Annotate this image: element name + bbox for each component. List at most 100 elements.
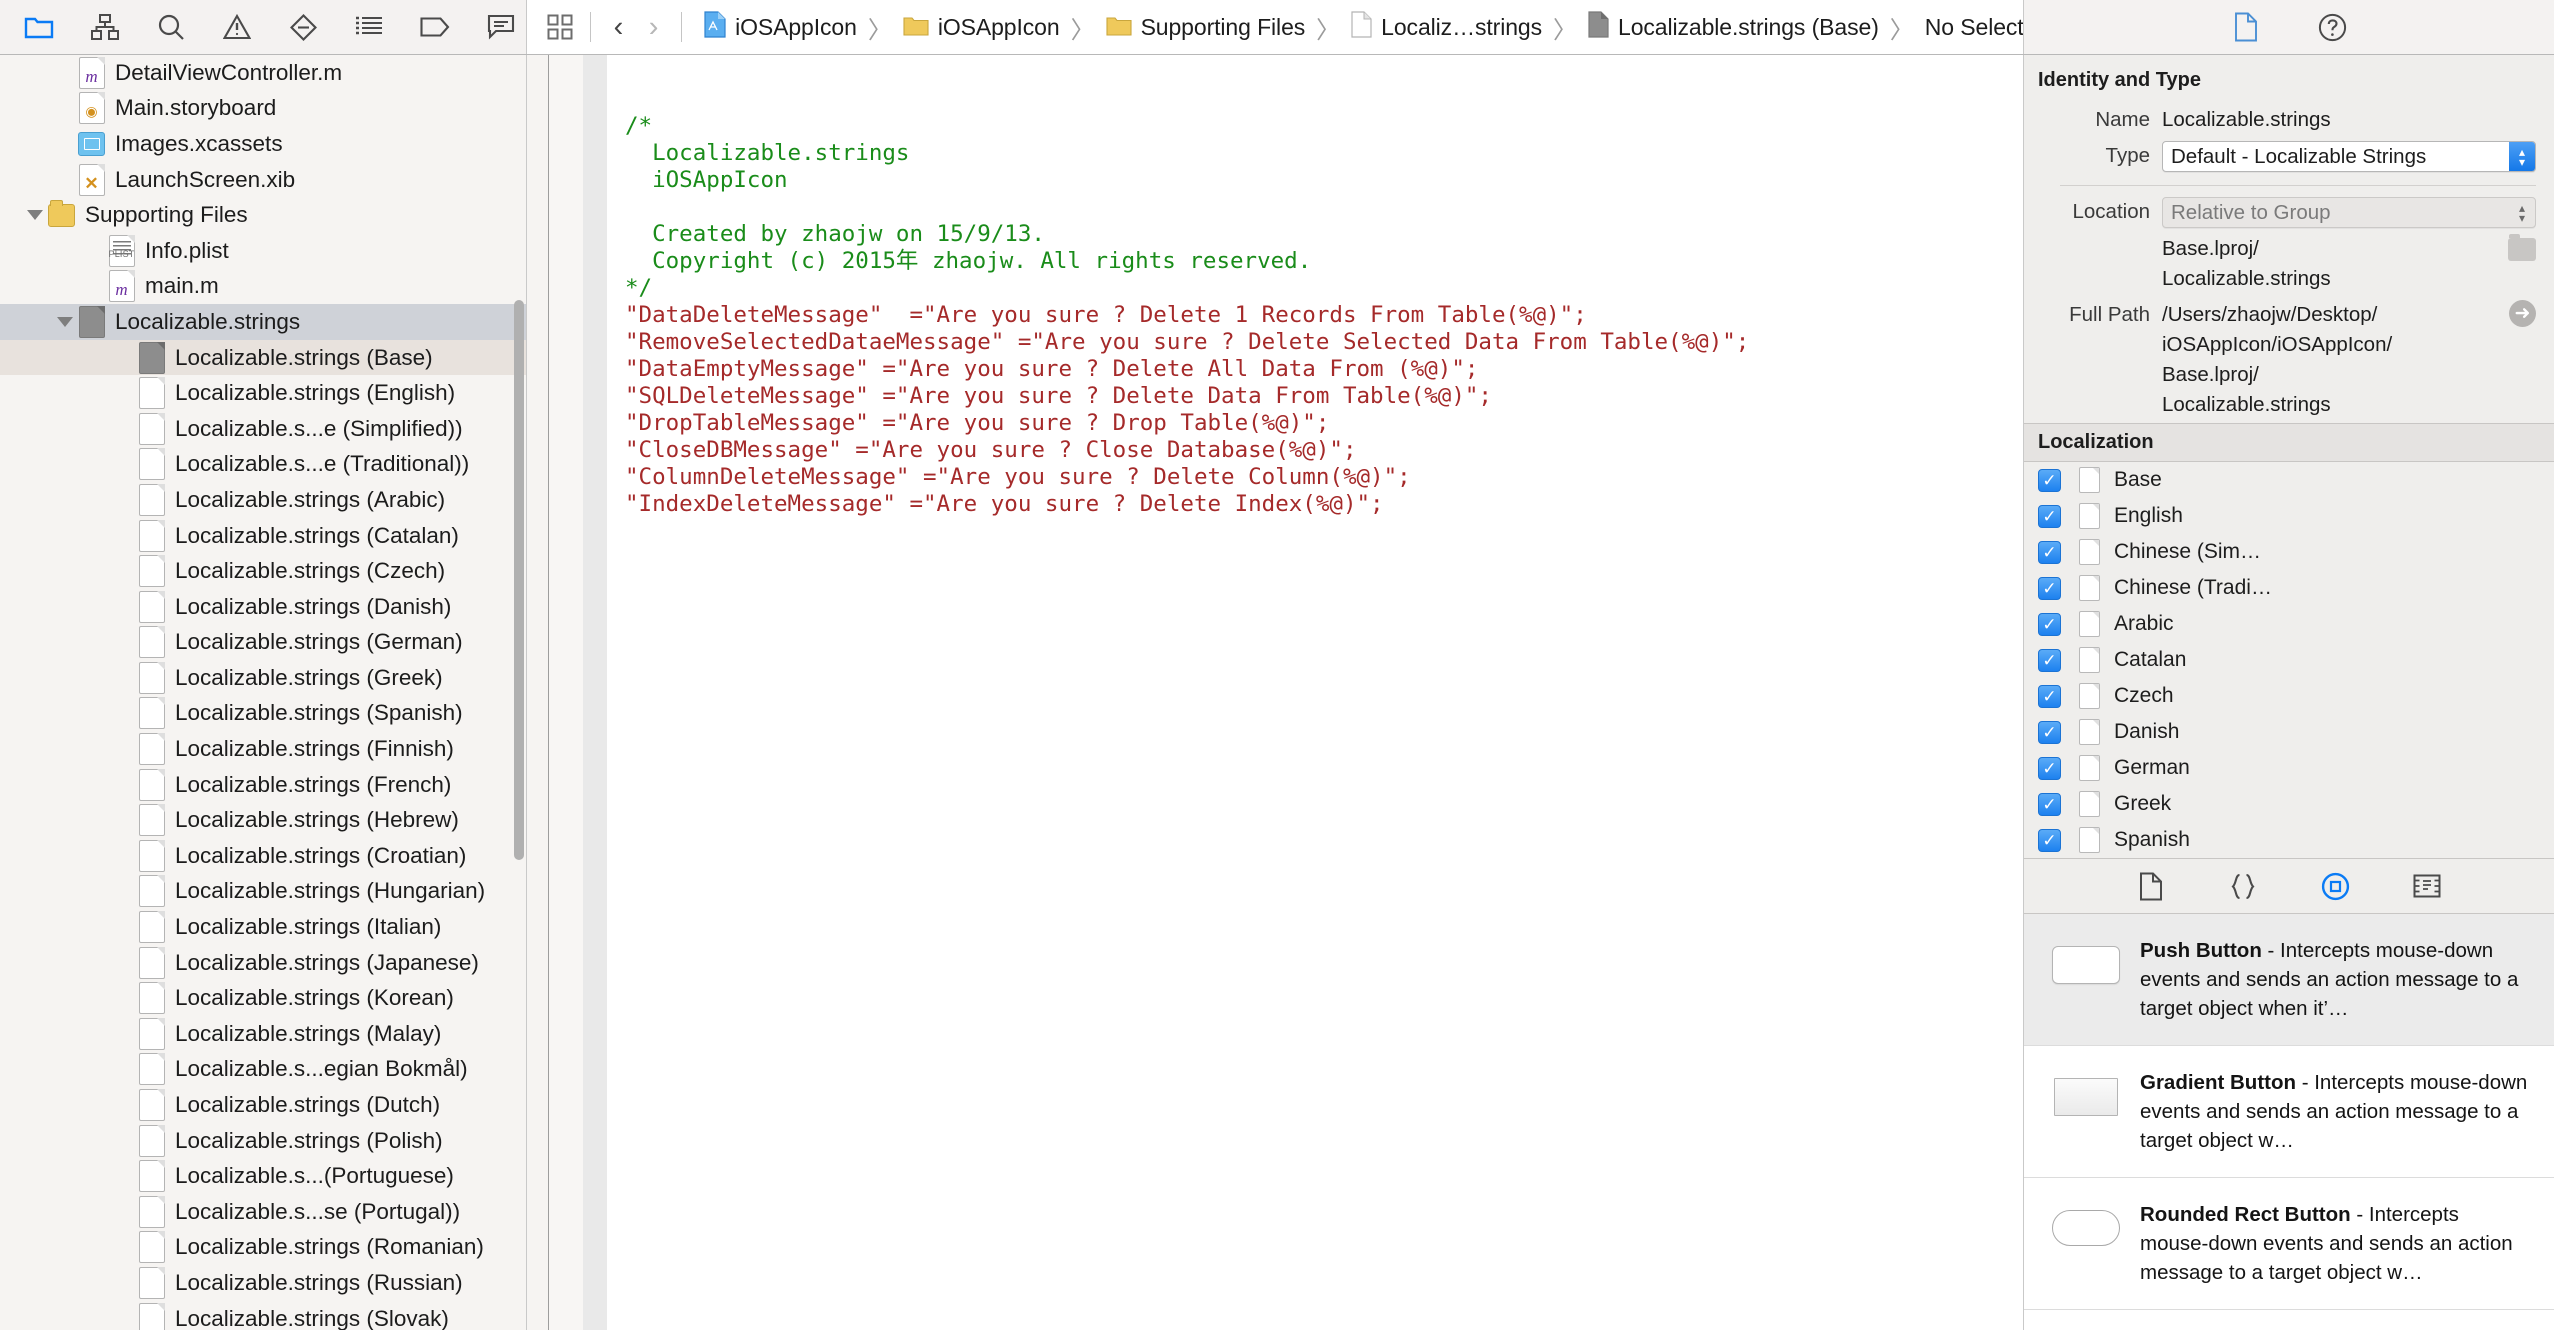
disclosure-triangle-icon[interactable]: [112, 380, 138, 406]
navigator-row[interactable]: Localizable.strings (Czech): [0, 553, 526, 589]
localization-checkbox[interactable]: ✓: [2038, 541, 2061, 564]
navigator-row[interactable]: Localizable.strings (Polish): [0, 1123, 526, 1159]
disclosure-triangle-icon[interactable]: [112, 523, 138, 549]
navigator-scrollbar[interactable]: [514, 300, 524, 860]
editor-code-area[interactable]: /* Localizable.strings iOSAppIcon Create…: [607, 55, 2023, 1330]
navigator-row[interactable]: mDetailViewController.m: [0, 55, 526, 91]
disclosure-triangle-icon[interactable]: [112, 416, 138, 442]
disclosure-triangle-icon[interactable]: [112, 1021, 138, 1047]
navigator-row[interactable]: PLISTInfo.plist: [0, 233, 526, 269]
forward-button[interactable]: ›: [636, 9, 671, 45]
warning-icon[interactable]: [220, 10, 254, 44]
disclosure-triangle-icon[interactable]: [112, 843, 138, 869]
breadcrumb-item-selection[interactable]: No Selection: [1921, 14, 2023, 41]
disclosure-triangle-icon[interactable]: [112, 807, 138, 833]
object-library-item[interactable]: Gradient Button - Intercepts mouse-down …: [2024, 1046, 2554, 1178]
disclosure-triangle-icon[interactable]: [112, 914, 138, 940]
breadcrumb-item-file[interactable]: Localiz…strings: [1347, 11, 1546, 43]
disclosure-triangle-icon[interactable]: [112, 1092, 138, 1118]
navigator-row[interactable]: Localizable.strings (Croatian): [0, 838, 526, 874]
file-template-library-icon[interactable]: [2134, 869, 2168, 903]
folder-icon[interactable]: [22, 10, 56, 44]
breadcrumb-item-variant[interactable]: Localizable.strings (Base): [1584, 11, 1883, 43]
object-library-item[interactable]: Push Button - Intercepts mouse-down even…: [2024, 914, 2554, 1046]
navigator-row[interactable]: Localizable.strings (Catalan): [0, 518, 526, 554]
localization-row[interactable]: ✓German: [2024, 750, 2554, 786]
disclosure-triangle-icon[interactable]: [112, 736, 138, 762]
navigator-row[interactable]: Localizable.strings (Japanese): [0, 945, 526, 981]
navigator-row[interactable]: Localizable.strings (Romanian): [0, 1230, 526, 1266]
disclosure-triangle-icon[interactable]: [112, 1056, 138, 1082]
navigator-row[interactable]: Localizable.strings (Italian): [0, 909, 526, 945]
navigator-row[interactable]: Localizable.strings (Spanish): [0, 696, 526, 732]
test-icon[interactable]: [286, 10, 320, 44]
hierarchy-icon[interactable]: [88, 10, 122, 44]
navigator-row[interactable]: Images.xcassets: [0, 126, 526, 162]
disclosure-triangle-icon[interactable]: [52, 309, 78, 335]
disclosure-triangle-icon[interactable]: [112, 1306, 138, 1330]
navigator-row[interactable]: Localizable.strings (Hebrew): [0, 802, 526, 838]
navigator-row[interactable]: Localizable.s...(Portuguese): [0, 1158, 526, 1194]
disclosure-triangle-icon[interactable]: [112, 1199, 138, 1225]
disclosure-triangle-icon[interactable]: [52, 60, 78, 86]
localization-row[interactable]: ✓Arabic: [2024, 606, 2554, 642]
disclosure-triangle-icon[interactable]: [112, 558, 138, 584]
disclosure-triangle-icon[interactable]: [112, 700, 138, 726]
object-library-list[interactable]: Push Button - Intercepts mouse-down even…: [2024, 914, 2554, 1330]
disclosure-triangle-icon[interactable]: [112, 345, 138, 371]
code-snippet-library-icon[interactable]: [2226, 869, 2260, 903]
navigator-row[interactable]: Localizable.strings: [0, 304, 526, 340]
disclosure-triangle-icon[interactable]: [52, 131, 78, 157]
disclosure-triangle-icon[interactable]: [112, 772, 138, 798]
localization-checkbox[interactable]: ✓: [2038, 613, 2061, 636]
navigator-row[interactable]: Localizable.s...e (Simplified)): [0, 411, 526, 447]
location-select[interactable]: Relative to Group ▴▾: [2162, 197, 2536, 228]
type-select[interactable]: Default - Localizable Strings ▴▾: [2162, 141, 2536, 172]
related-items-icon[interactable]: [541, 14, 580, 40]
disclosure-triangle-icon[interactable]: [52, 95, 78, 121]
localization-checkbox[interactable]: ✓: [2038, 757, 2061, 780]
disclosure-triangle-icon[interactable]: [112, 878, 138, 904]
localization-checkbox[interactable]: ✓: [2038, 649, 2061, 672]
navigator-row[interactable]: Localizable.strings (Malay): [0, 1016, 526, 1052]
project-navigator[interactable]: mDetailViewController.m◉Main.storyboardI…: [0, 55, 527, 1330]
search-icon[interactable]: [154, 10, 188, 44]
navigator-row[interactable]: Localizable.strings (English): [0, 375, 526, 411]
localization-checkbox[interactable]: ✓: [2038, 721, 2061, 744]
localization-row[interactable]: ✓Catalan: [2024, 642, 2554, 678]
localization-checkbox[interactable]: ✓: [2038, 469, 2061, 492]
localization-checkbox[interactable]: ✓: [2038, 793, 2061, 816]
navigator-row[interactable]: Localizable.strings (Greek): [0, 660, 526, 696]
disclosure-triangle-icon[interactable]: [112, 487, 138, 513]
report-icon[interactable]: [484, 10, 518, 44]
localization-row[interactable]: ✓English: [2024, 498, 2554, 534]
localization-checkbox[interactable]: ✓: [2038, 505, 2061, 528]
localization-row[interactable]: ✓Danish: [2024, 714, 2554, 750]
chevron-updown-icon[interactable]: ▴▾: [2509, 142, 2535, 171]
object-library-item[interactable]: Rounded Rect Button - Intercepts mouse-d…: [2024, 1178, 2554, 1310]
navigator-row[interactable]: Localizable.strings (Korean): [0, 980, 526, 1016]
localization-row[interactable]: ✓Czech: [2024, 678, 2554, 714]
navigator-row[interactable]: ✕LaunchScreen.xib: [0, 162, 526, 198]
disclosure-triangle-icon[interactable]: [112, 665, 138, 691]
localization-row[interactable]: ✓Spanish: [2024, 822, 2554, 858]
navigator-row[interactable]: Localizable.strings (Slovak): [0, 1301, 526, 1330]
file-inspector-icon[interactable]: [2229, 10, 2263, 44]
localization-row[interactable]: ✓Chinese (Sim…: [2024, 534, 2554, 570]
disclosure-triangle-icon[interactable]: [112, 985, 138, 1011]
chevron-updown-icon[interactable]: ▴▾: [2509, 203, 2535, 223]
disclosure-triangle-icon[interactable]: [52, 167, 78, 193]
navigator-row[interactable]: Localizable.strings (Russian): [0, 1265, 526, 1301]
navigator-row[interactable]: Localizable.s...egian Bokmål): [0, 1052, 526, 1088]
navigator-row[interactable]: Localizable.s...se (Portugal)): [0, 1194, 526, 1230]
breadcrumb-item-group[interactable]: iOSAppIcon: [899, 14, 1064, 41]
debug-icon[interactable]: [352, 10, 386, 44]
localization-checkbox[interactable]: ✓: [2038, 685, 2061, 708]
disclosure-triangle-icon[interactable]: [22, 202, 48, 228]
disclosure-triangle-icon[interactable]: [112, 950, 138, 976]
navigator-row[interactable]: Localizable.strings (Arabic): [0, 482, 526, 518]
navigator-row[interactable]: Supporting Files: [0, 197, 526, 233]
disclosure-triangle-icon[interactable]: [112, 594, 138, 620]
disclosure-triangle-icon[interactable]: [112, 451, 138, 477]
media-library-icon[interactable]: [2410, 869, 2444, 903]
